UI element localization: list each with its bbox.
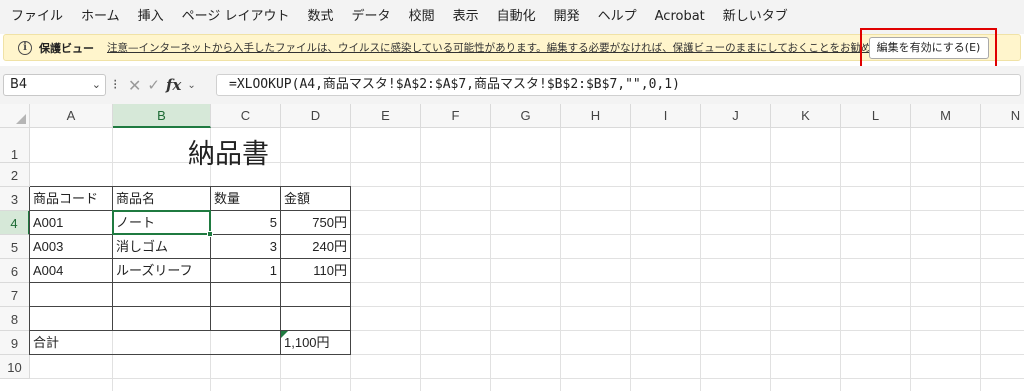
- row-header-9[interactable]: 9: [0, 331, 30, 355]
- invoice-title: 納品書: [188, 139, 269, 170]
- total-value-cell[interactable]: 1,100円: [281, 331, 351, 355]
- protected-view-message[interactable]: 注意—インターネットから入手したファイルは、ウイルスに感染している可能性がありま…: [107, 40, 912, 55]
- quantity-cell[interactable]: 3: [211, 235, 281, 259]
- row-header-5[interactable]: 5: [0, 235, 30, 259]
- select-all-corner[interactable]: [0, 104, 30, 128]
- worksheet-grid: A B C D E F G H I J K L M N 1 2 3 4 5 6 7 8 9 10 納品書 商品コード 商品名 数量 金額…: [0, 104, 1024, 391]
- column-header-a[interactable]: A: [30, 104, 113, 128]
- column-header-c[interactable]: C: [211, 104, 281, 128]
- column-header-e[interactable]: E: [351, 104, 421, 128]
- amount-cell[interactable]: 750円: [281, 211, 351, 235]
- column-header-d[interactable]: D: [281, 104, 351, 128]
- quantity-cell[interactable]: 1: [211, 259, 281, 283]
- row-header-2[interactable]: 2: [0, 163, 30, 187]
- menu-developer[interactable]: 開発: [545, 0, 589, 34]
- row-header-4[interactable]: 4: [0, 211, 30, 235]
- table-header-cell[interactable]: 金額: [281, 187, 351, 211]
- cancel-icon[interactable]: ✕: [128, 76, 141, 95]
- chevron-down-icon[interactable]: ⌄: [187, 80, 195, 91]
- gridline-vertical: [700, 128, 701, 391]
- amount-cell[interactable]: 240円: [281, 235, 351, 259]
- active-cell-selection: [112, 210, 211, 235]
- product-code-cell[interactable]: A004: [30, 259, 113, 283]
- product-name-cell[interactable]: 消しゴム: [113, 235, 211, 259]
- row-header-10[interactable]: 10: [0, 355, 30, 379]
- gridline-vertical: [420, 128, 421, 391]
- chevron-down-icon[interactable]: ⌄: [92, 75, 101, 95]
- enable-editing-highlight: 編集を有効にする(E): [860, 28, 997, 68]
- protected-view-title: 保護ビュー: [39, 41, 94, 55]
- menu-insert[interactable]: 挿入: [129, 0, 173, 34]
- name-box[interactable]: B4 ⌄: [3, 74, 106, 96]
- gridline-vertical: [630, 128, 631, 391]
- table-header-cell[interactable]: 数量: [211, 187, 281, 211]
- column-header-f[interactable]: F: [421, 104, 491, 128]
- formula-warning-indicator: [281, 331, 288, 338]
- column-header-h[interactable]: H: [561, 104, 631, 128]
- menu-formulas[interactable]: 数式: [299, 0, 343, 34]
- product-code-cell[interactable]: A001: [30, 211, 113, 235]
- column-header-m[interactable]: M: [911, 104, 981, 128]
- column-header-j[interactable]: J: [701, 104, 771, 128]
- menu-new-tab[interactable]: 新しいタブ: [714, 0, 797, 34]
- total-label-cell[interactable]: 合計: [30, 331, 113, 355]
- more-vertical-icon[interactable]: ⁝: [113, 74, 117, 96]
- table-header-cell[interactable]: 商品コード: [30, 187, 113, 211]
- column-header-k[interactable]: K: [771, 104, 841, 128]
- menu-file[interactable]: ファイル: [2, 0, 72, 34]
- insert-function-icon[interactable]: fx: [166, 76, 181, 94]
- gridline-horizontal: [30, 378, 1024, 379]
- row-header-1[interactable]: 1: [0, 128, 30, 163]
- gridline-vertical: [980, 128, 981, 391]
- gridline-vertical: [490, 128, 491, 391]
- gridline-vertical: [840, 128, 841, 391]
- menu-acrobat[interactable]: Acrobat: [646, 0, 714, 34]
- row-header-6[interactable]: 6: [0, 259, 30, 283]
- gridline-horizontal: [30, 162, 1024, 163]
- table-border: [30, 306, 351, 307]
- amount-cell[interactable]: 110円: [281, 259, 351, 283]
- menu-help[interactable]: ヘルプ: [589, 0, 646, 34]
- menu-home[interactable]: ホーム: [72, 0, 129, 34]
- column-header-l[interactable]: L: [841, 104, 911, 128]
- enter-check-icon[interactable]: ✓: [147, 76, 160, 94]
- column-header-i[interactable]: I: [631, 104, 701, 128]
- gridline-vertical: [770, 128, 771, 391]
- formula-buttons: ✕ ✓ fx ⌄: [128, 74, 196, 96]
- column-header-g[interactable]: G: [491, 104, 561, 128]
- name-box-value: B4: [10, 77, 28, 92]
- enable-editing-button[interactable]: 編集を有効にする(E): [868, 37, 989, 59]
- select-all-icon: [16, 114, 26, 124]
- row-header-8[interactable]: 8: [0, 307, 30, 331]
- menu-page-layout[interactable]: ページ レイアウト: [173, 0, 299, 34]
- formula-input[interactable]: =XLOOKUP(A4,商品マスタ!$A$2:$A$7,商品マスタ!$B$2:$…: [216, 74, 1021, 96]
- gridline-vertical: [560, 128, 561, 391]
- quantity-cell[interactable]: 5: [211, 211, 281, 235]
- product-name-cell[interactable]: ルーズリーフ: [113, 259, 211, 283]
- fill-handle[interactable]: [207, 231, 213, 237]
- row-header-3[interactable]: 3: [0, 187, 30, 211]
- menu-data[interactable]: データ: [343, 0, 400, 34]
- formula-bar: B4 ⌄ ⁝ ✕ ✓ fx ⌄ =XLOOKUP(A4,商品マスタ!$A$2:$…: [0, 66, 1024, 104]
- info-icon: i: [18, 40, 32, 55]
- row-header-7[interactable]: 7: [0, 283, 30, 307]
- column-header-n[interactable]: N: [981, 104, 1024, 128]
- product-code-cell[interactable]: A003: [30, 235, 113, 259]
- menu-view[interactable]: 表示: [444, 0, 488, 34]
- menu-review[interactable]: 校閲: [400, 0, 444, 34]
- gridline-vertical: [910, 128, 911, 391]
- column-header-b[interactable]: B: [113, 104, 211, 128]
- table-header-cell[interactable]: 商品名: [113, 187, 211, 211]
- menu-automate[interactable]: 自動化: [488, 0, 545, 34]
